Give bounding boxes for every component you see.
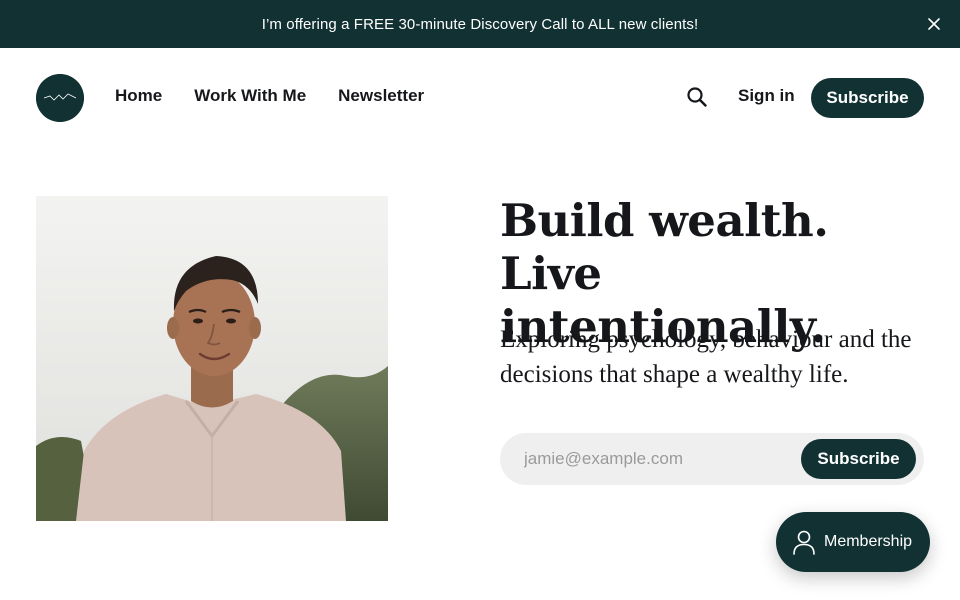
nav-item-newsletter[interactable]: Newsletter: [338, 86, 424, 106]
site-logo[interactable]: [36, 74, 84, 122]
main-nav: Home Work With Me Newsletter: [115, 86, 424, 106]
announcement-text: I’m offering a FREE 30-minute Discovery …: [261, 15, 699, 33]
portrait-illustration: [36, 196, 388, 521]
header-subscribe-button[interactable]: Subscribe: [811, 78, 924, 118]
search-button[interactable]: [686, 86, 708, 108]
logo-mark: [36, 74, 84, 122]
user-icon: [793, 530, 815, 555]
membership-label: Membership: [824, 533, 913, 550]
email-subscribe-button[interactable]: Subscribe: [801, 439, 916, 479]
nav-item-work-with-me[interactable]: Work With Me: [194, 86, 306, 106]
search-icon: [687, 87, 707, 107]
signin-link[interactable]: Sign in: [738, 86, 795, 106]
nav-item-home[interactable]: Home: [115, 86, 162, 106]
site-header: Home Work With Me Newsletter Sign in Sub…: [0, 48, 960, 148]
close-icon: [928, 18, 940, 30]
email-signup-form: Subscribe: [500, 433, 924, 485]
hero-portrait-image: [36, 196, 388, 521]
email-input[interactable]: [524, 433, 784, 485]
membership-button[interactable]: Membership: [776, 512, 930, 572]
announcement-close-button[interactable]: [924, 14, 944, 34]
hero-subtitle: Exploring psychology, behaviour and the …: [500, 326, 912, 388]
announcement-bar: I’m offering a FREE 30-minute Discovery …: [0, 0, 960, 48]
